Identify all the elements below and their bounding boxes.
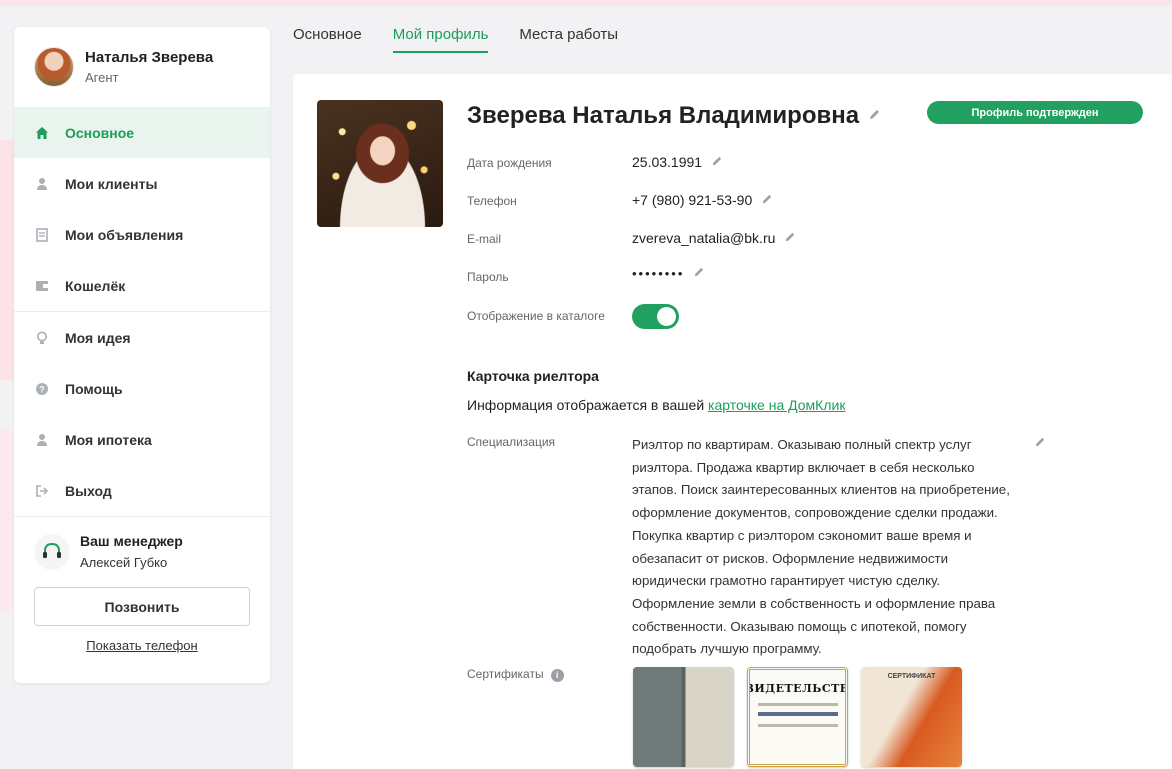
list-icon (34, 227, 50, 243)
manager-name: Алексей Губко (80, 555, 168, 570)
sidebar-item-label: Моя идея (65, 329, 131, 346)
specialization-text: Риэлтор по квартирам. Оказываю полный сп… (632, 437, 1010, 657)
sidebar: Наталья Зверева Агент Основное Мои клиен… (14, 27, 270, 683)
tab-my-profile[interactable]: Мой профиль (392, 26, 489, 53)
sidebar-item-wallet[interactable]: Кошелёк (14, 260, 270, 311)
certificate-thumbnail[interactable] (633, 667, 734, 767)
certificates-label: Сертификаты i (467, 667, 564, 682)
sidebar-item-mortgage[interactable]: Моя ипотека (14, 414, 270, 465)
svg-text:?: ? (39, 384, 45, 394)
headset-icon (34, 533, 70, 570)
person-icon (34, 432, 50, 448)
info-text: Информация отображается в вашей (467, 397, 709, 413)
person-icon (34, 176, 50, 192)
tab-bar: Основное Мой профиль Места работы (293, 26, 649, 53)
profile-card: Зверева Наталья Владимировна Профиль под… (293, 74, 1172, 769)
sidebar-item-help[interactable]: ? Помощь (14, 363, 270, 414)
sidebar-item-clients[interactable]: Мои клиенты (14, 158, 270, 209)
profile-photo[interactable] (317, 100, 443, 227)
phone-field: +7 (980) 921-53-90 (632, 192, 773, 208)
edit-name-pencil-icon[interactable] (868, 108, 881, 124)
status-badge: Профиль подтвержден (927, 101, 1143, 124)
user-name: Наталья Зверева (85, 49, 214, 66)
manager-title: Ваш менеджер (80, 533, 183, 549)
certificate-line (757, 703, 838, 706)
certificate-line (757, 712, 838, 716)
logout-icon (34, 483, 50, 499)
phone-label: Телефон (467, 194, 517, 208)
sidebar-item-label: Основное (65, 124, 135, 141)
call-button[interactable]: Позвонить (34, 587, 250, 626)
edit-phone-pencil-icon[interactable] (761, 193, 773, 208)
sidebar-item-main[interactable]: Основное (14, 107, 270, 158)
birth-value: 25.03.1991 (632, 154, 703, 170)
phone-value: +7 (980) 921-53-90 (632, 192, 753, 208)
sidebar-item-label: Мои клиенты (65, 175, 158, 192)
certificate-thumbnail[interactable]: СВИДЕТЕЛЬСТВО (747, 667, 848, 767)
sidebar-item-idea[interactable]: Моя идея (14, 312, 270, 363)
user-block[interactable]: Наталья Зверева Агент (14, 27, 270, 107)
realtor-card-info: Информация отображается в вашей карточке… (467, 397, 845, 413)
sidebar-item-label: Мои объявления (65, 226, 184, 243)
certificate-title: СЕРТИФИКАТ (887, 673, 936, 680)
toggle-knob (657, 307, 676, 326)
sidebar-item-label: Моя ипотека (65, 431, 152, 448)
birth-label: Дата рождения (467, 156, 552, 170)
certificate-line (757, 724, 838, 727)
user-role: Агент (85, 70, 119, 85)
password-field: •••••••• (632, 266, 705, 281)
info-icon[interactable]: i (550, 668, 564, 682)
email-value: zvereva_natalia@bk.ru (632, 230, 776, 246)
avatar (34, 47, 74, 87)
password-label: Пароль (467, 270, 509, 284)
domclick-card-link[interactable]: карточке на ДомКлик (708, 397, 845, 413)
tab-main[interactable]: Основное (293, 26, 362, 53)
certificate-thumbnail[interactable]: СЕРТИФИКАТ (861, 667, 962, 767)
catalog-label: Отображение в каталоге (467, 309, 605, 323)
sidebar-item-logout[interactable]: Выход (14, 465, 270, 516)
realtor-card-title: Карточка риелтора (467, 368, 599, 384)
sidebar-item-label: Выход (65, 482, 112, 499)
password-value: •••••••• (632, 266, 685, 281)
birth-field: 25.03.1991 (632, 154, 723, 170)
full-name: Зверева Наталья Владимировна (467, 102, 860, 129)
edit-specialization-pencil-icon[interactable] (1034, 436, 1046, 451)
edit-password-pencil-icon[interactable] (693, 266, 705, 281)
sidebar-item-label: Кошелёк (65, 277, 126, 294)
home-icon (34, 125, 50, 141)
certificates-label-text: Сертификаты (467, 667, 544, 681)
wallet-icon (34, 278, 50, 294)
edit-birth-pencil-icon[interactable] (711, 155, 723, 170)
show-phone-link[interactable]: Показать телефон (34, 638, 250, 653)
specialization-label: Специализация (467, 435, 556, 449)
email-field: zvereva_natalia@bk.ru (632, 230, 796, 246)
help-icon: ? (34, 381, 50, 397)
tab-workplaces[interactable]: Места работы (519, 26, 618, 53)
sidebar-item-label: Помощь (65, 380, 123, 397)
certificate-title: СВИДЕТЕЛЬСТВО (750, 682, 845, 695)
page-title: Зверева Наталья Владимировна (467, 102, 881, 130)
email-label: E-mail (467, 232, 502, 246)
lightbulb-icon (34, 330, 50, 346)
sidebar-item-listings[interactable]: Мои объявления (14, 209, 270, 260)
manager-block: Ваш менеджер Алексей Губко Позвонить Пок… (14, 517, 270, 653)
catalog-toggle[interactable] (632, 304, 679, 329)
edit-email-pencil-icon[interactable] (784, 231, 796, 246)
